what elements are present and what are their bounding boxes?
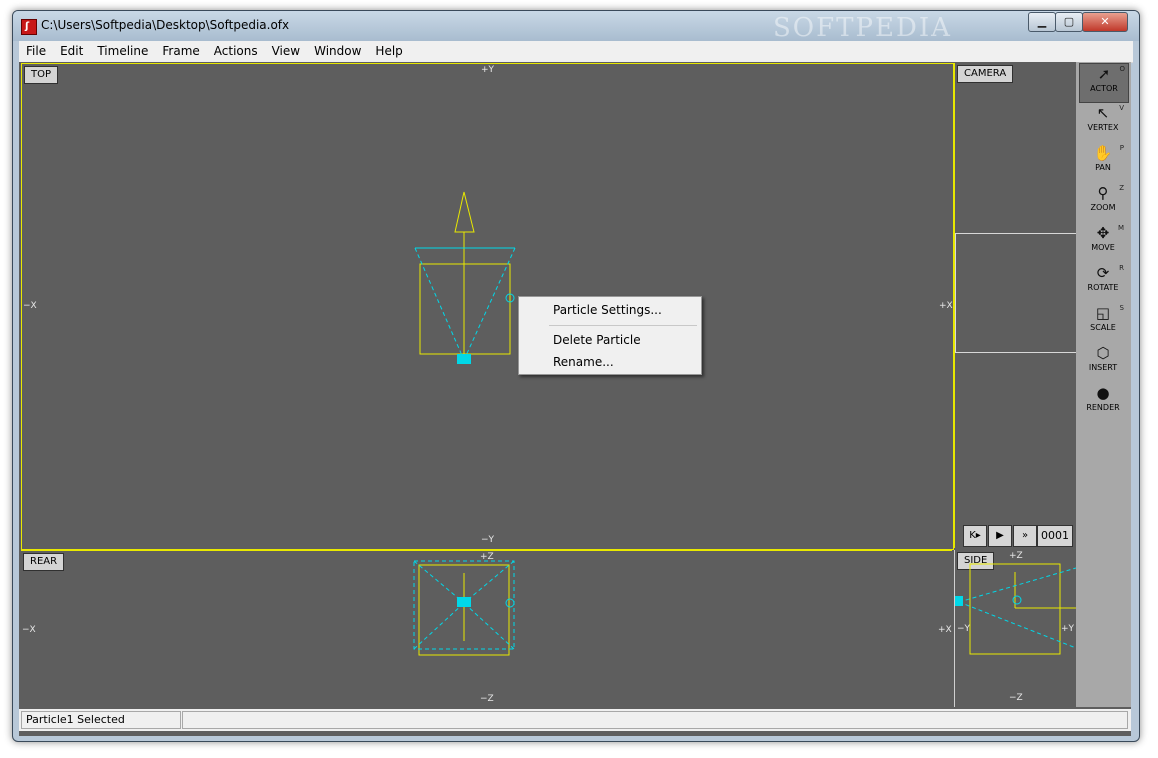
- close-button[interactable]: ✕: [1082, 12, 1128, 32]
- menu-timeline[interactable]: Timeline: [90, 41, 155, 58]
- menu-help[interactable]: Help: [368, 41, 409, 58]
- status-bar: Particle1 Selected: [19, 709, 1131, 731]
- tool-rotate[interactable]: R ⟳ ROTATE: [1079, 263, 1127, 301]
- title-bar[interactable]: ʃ C:\Users\Softpedia\Desktop\Softpedia.o…: [13, 11, 1139, 43]
- context-menu: Particle Settings... Delete Particle Ren…: [518, 296, 702, 375]
- status-selection: Particle1 Selected: [21, 711, 181, 729]
- minimize-button[interactable]: ▁: [1028, 12, 1056, 32]
- viewport-label-camera[interactable]: CAMERA: [957, 65, 1014, 83]
- tool-insert[interactable]: ⬡ INSERT: [1079, 343, 1127, 381]
- watermark: SOFTPEDIA: [773, 13, 952, 43]
- playback-controls: K▸ ▶ » 0001: [961, 524, 1075, 547]
- window-title: C:\Users\Softpedia\Desktop\Softpedia.ofx: [41, 18, 290, 32]
- direction-arrow: [454, 191, 475, 360]
- menu-view[interactable]: View: [265, 41, 307, 58]
- menu-actions[interactable]: Actions: [207, 41, 265, 58]
- menu-frame[interactable]: Frame: [155, 41, 206, 58]
- ofx-logo-icon[interactable]: ʃ: [21, 19, 37, 35]
- status-secondary: [182, 711, 1128, 729]
- menu-bar: File Edit Timeline Frame Actions View Window He…: [19, 41, 1133, 63]
- maximize-button[interactable]: ▢: [1055, 12, 1083, 32]
- camera-icon: [457, 354, 471, 364]
- tool-palette: O ➚ ACTOR V ↖ VERTEX P ✋ PAN Z ⚲ ZOOM M: [1076, 62, 1131, 707]
- rear-viewport[interactable]: REAR +Z −Z −X +X: [21, 550, 952, 708]
- menu-item-rename[interactable]: Rename...: [553, 355, 614, 369]
- camera-frustum: [414, 247, 516, 361]
- menu-separator: [549, 325, 697, 326]
- tool-move[interactable]: M ✥ MOVE: [1079, 223, 1127, 261]
- menu-item-particle-settings[interactable]: Particle Settings...: [553, 303, 662, 317]
- render-spheres-icon: ●: [1096, 384, 1110, 402]
- tool-scale[interactable]: S ◱ SCALE: [1079, 303, 1127, 341]
- menu-item-delete-particle[interactable]: Delete Particle: [553, 333, 641, 347]
- rear-emitter-graphic[interactable]: [21, 551, 952, 708]
- emitter-box: [419, 263, 511, 355]
- insert-shapes-icon: ⬡: [1096, 344, 1110, 362]
- frame-counter[interactable]: 0001: [1037, 525, 1073, 547]
- menu-edit[interactable]: Edit: [53, 41, 90, 58]
- camera-viewport[interactable]: CAMERA: [954, 63, 1077, 548]
- side-emitter-graphic[interactable]: [955, 550, 1076, 707]
- camera-frame: [955, 233, 1077, 353]
- particle-emitter-graphic[interactable]: [22, 64, 953, 549]
- tool-actor[interactable]: O ➚ ACTOR: [1079, 63, 1129, 103]
- side-viewport[interactable]: SIDE +Z −Z −Y +Y: [954, 550, 1076, 707]
- menu-window[interactable]: Window: [307, 41, 368, 58]
- tool-render[interactable]: ● RENDER: [1079, 383, 1127, 421]
- tool-zoom[interactable]: Z ⚲ ZOOM: [1079, 183, 1127, 221]
- application-window: ʃ C:\Users\Softpedia\Desktop\Softpedia.o…: [12, 10, 1140, 742]
- tool-pan[interactable]: P ✋ PAN: [1079, 143, 1127, 181]
- step-forward-button[interactable]: »: [1013, 525, 1037, 547]
- top-viewport[interactable]: TOP +Y −Y −X +X: [21, 63, 954, 550]
- workspace: TOP +Y −Y −X +X CAMERA REAR +Z −Z −X +X …: [19, 62, 1131, 736]
- tool-vertex[interactable]: V ↖ VERTEX: [1079, 103, 1127, 141]
- play-button[interactable]: ▶: [988, 525, 1012, 547]
- menu-file[interactable]: File: [19, 41, 53, 58]
- rewind-button[interactable]: K▸: [963, 525, 987, 547]
